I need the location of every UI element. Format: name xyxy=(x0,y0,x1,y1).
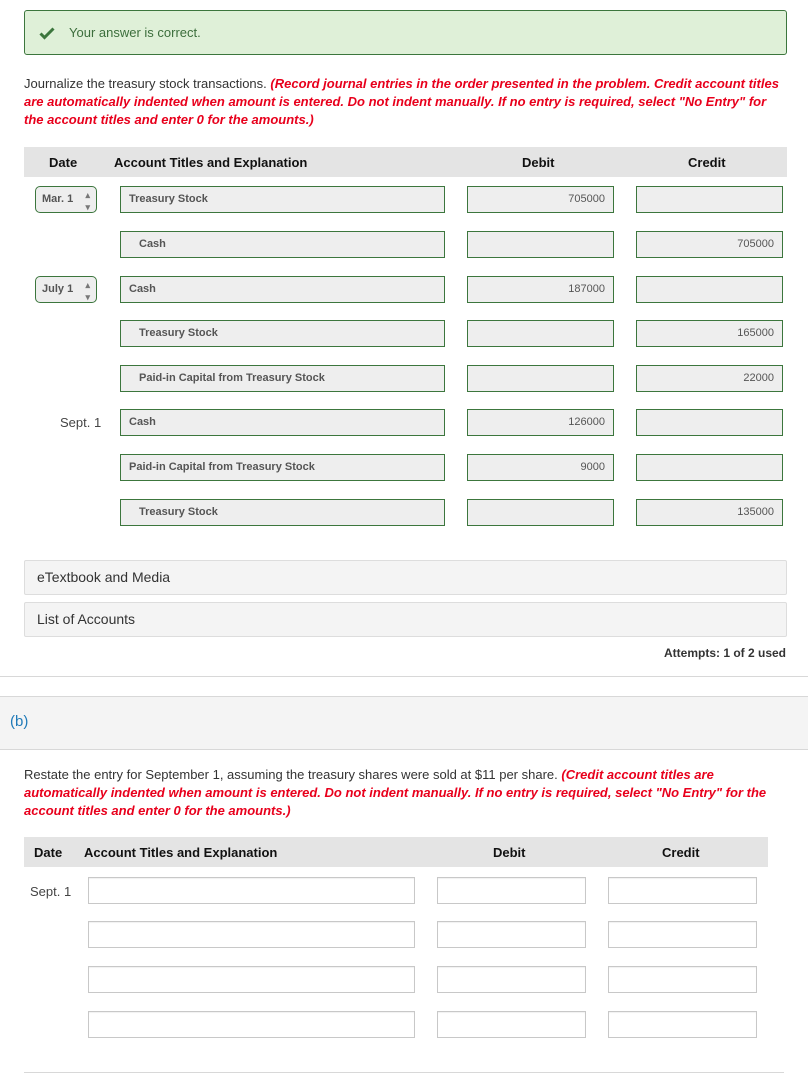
account-title-input[interactable]: Treasury Stock xyxy=(120,186,445,213)
credit-input[interactable]: 135000 xyxy=(636,499,783,526)
date-label: Sept. 1 xyxy=(60,415,102,430)
header-date: Date xyxy=(49,155,78,170)
debit-input[interactable] xyxy=(467,320,614,347)
debit-input[interactable]: 126000 xyxy=(467,409,614,436)
divider xyxy=(0,676,808,677)
account-title-input[interactable]: Cash xyxy=(120,231,445,258)
header-account: Account Titles and Explanation xyxy=(114,155,308,170)
instruction-text: Restate the entry for September 1, assum… xyxy=(24,767,558,782)
success-alert: Your answer is correct. xyxy=(24,10,787,55)
etextbook-media-toggle[interactable]: eTextbook and Media xyxy=(24,560,787,595)
part-a-instructions: Journalize the treasury stock transactio… xyxy=(24,75,784,129)
header-account: Account Titles and Explanation xyxy=(84,845,278,860)
check-icon xyxy=(39,26,55,40)
debit-input[interactable] xyxy=(467,365,614,392)
debit-input[interactable] xyxy=(437,966,586,993)
debit-input[interactable] xyxy=(467,231,614,258)
account-title-input[interactable]: Treasury Stock xyxy=(120,320,445,347)
date-select[interactable]: Mar. 1 ▴ ▾ xyxy=(35,186,97,213)
instruction-text: Journalize the treasury stock transactio… xyxy=(24,76,267,91)
credit-input[interactable] xyxy=(636,409,783,436)
credit-input[interactable] xyxy=(608,966,757,993)
account-title-input[interactable] xyxy=(88,1011,415,1038)
account-title-input[interactable] xyxy=(88,921,415,948)
header-credit: Credit xyxy=(688,155,726,170)
debit-input[interactable]: 9000 xyxy=(467,454,614,481)
journal-table-header-b: Date Account Titles and Explanation Debi… xyxy=(24,837,768,867)
debit-input[interactable] xyxy=(437,877,586,904)
date-select[interactable]: July 1 ▴ ▾ xyxy=(35,276,97,303)
updown-chevron-icon: ▴ ▾ xyxy=(85,190,90,212)
account-title-input[interactable]: Paid-in Capital from Treasury Stock xyxy=(120,454,445,481)
debit-input[interactable] xyxy=(467,499,614,526)
header-date: Date xyxy=(34,845,63,860)
debit-input[interactable] xyxy=(437,1011,586,1038)
header-debit: Debit xyxy=(522,155,555,170)
credit-input[interactable]: 165000 xyxy=(636,320,783,347)
updown-chevron-icon: ▴ ▾ xyxy=(85,280,90,302)
credit-input[interactable] xyxy=(608,921,757,948)
account-title-input[interactable]: Cash xyxy=(120,409,445,436)
credit-input[interactable] xyxy=(608,1011,757,1038)
account-title-input[interactable]: Cash xyxy=(120,276,445,303)
divider xyxy=(24,1072,784,1073)
credit-input[interactable] xyxy=(636,186,783,213)
debit-input[interactable]: 705000 xyxy=(467,186,614,213)
date-value: Mar. 1 xyxy=(42,193,74,205)
part-b-header: (b) xyxy=(0,696,808,750)
part-b-label: (b) xyxy=(10,713,29,730)
header-credit: Credit xyxy=(662,845,700,860)
credit-input[interactable] xyxy=(636,454,783,481)
date-value: July 1 xyxy=(42,283,74,295)
attempts-counter: Attempts: 1 of 2 used xyxy=(663,646,786,660)
list-of-accounts-toggle[interactable]: List of Accounts xyxy=(24,602,787,637)
debit-input[interactable]: 187000 xyxy=(467,276,614,303)
part-b-instructions: Restate the entry for September 1, assum… xyxy=(24,766,784,820)
credit-input[interactable] xyxy=(636,276,783,303)
account-title-input[interactable]: Treasury Stock xyxy=(120,499,445,526)
account-title-input[interactable] xyxy=(88,877,415,904)
account-title-input[interactable] xyxy=(88,966,415,993)
alert-message: Your answer is correct. xyxy=(69,25,201,40)
credit-input[interactable]: 705000 xyxy=(636,231,783,258)
date-label: Sept. 1 xyxy=(30,884,72,899)
account-title-input[interactable]: Paid-in Capital from Treasury Stock xyxy=(120,365,445,392)
debit-input[interactable] xyxy=(437,921,586,948)
credit-input[interactable] xyxy=(608,877,757,904)
journal-table-header: Date Account Titles and Explanation Debi… xyxy=(24,147,787,177)
credit-input[interactable]: 22000 xyxy=(636,365,783,392)
header-debit: Debit xyxy=(493,845,526,860)
